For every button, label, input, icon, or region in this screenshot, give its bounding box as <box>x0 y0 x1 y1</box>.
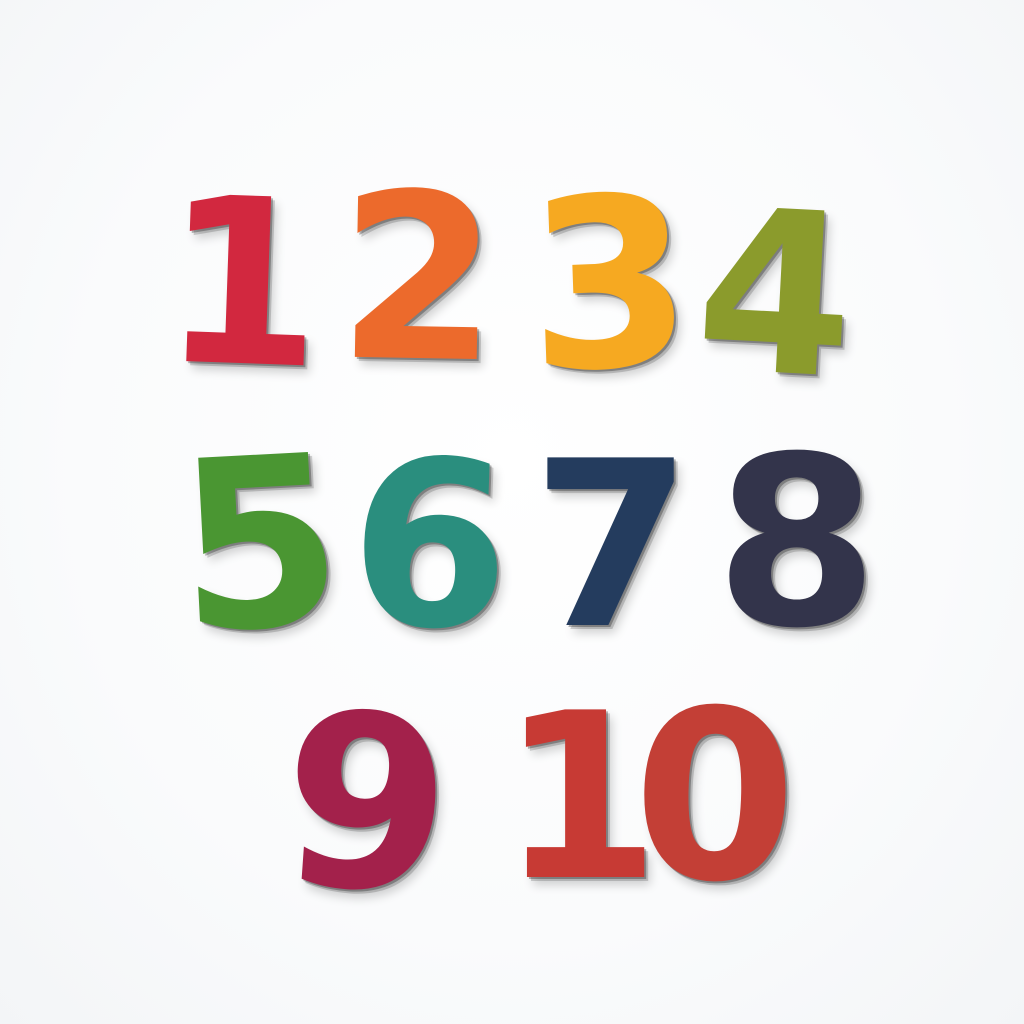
wooden-number-8: 8 <box>715 426 879 661</box>
wooden-number-9: 9 <box>273 659 459 950</box>
numeral-1: 1 <box>157 148 327 421</box>
wooden-number-7: 7 <box>532 432 692 662</box>
numeral-9: 9 <box>273 658 460 950</box>
numeral-4: 4 <box>689 160 861 430</box>
wooden-number-2: 2 <box>336 145 501 415</box>
numeral-8: 8 <box>715 407 879 680</box>
numeral-0-of-10: 0 <box>630 659 799 936</box>
wooden-number-10-zero: 0 <box>631 660 799 936</box>
wooden-number-5: 5 <box>171 405 349 686</box>
numeral-7: 7 <box>532 413 693 680</box>
wooden-numbers-photo: 1 2 3 4 5 6 7 8 9 1 0 <box>0 0 1024 1024</box>
numeral-5: 5 <box>170 404 349 687</box>
numeral-3: 3 <box>523 146 697 425</box>
wooden-number-4: 4 <box>690 160 860 430</box>
wooden-number-6: 6 <box>345 410 514 682</box>
wooden-number-1: 1 <box>157 148 326 420</box>
numeral-2: 2 <box>335 144 501 415</box>
wooden-number-3: 3 <box>523 146 696 425</box>
numeral-6: 6 <box>345 410 515 683</box>
wooden-number-10-one: 1 <box>500 684 660 914</box>
